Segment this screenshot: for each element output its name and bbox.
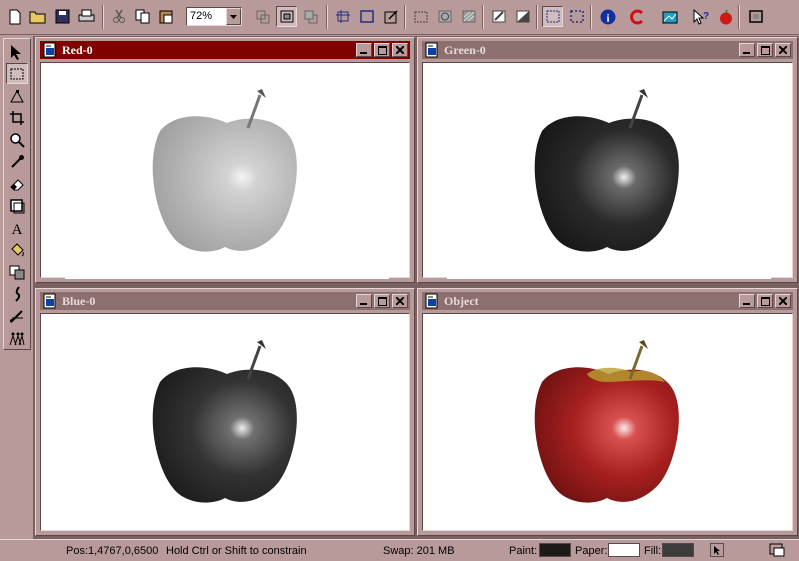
print-icon[interactable] <box>76 6 97 27</box>
navigator-icon[interactable] <box>768 542 786 558</box>
new-file-icon[interactable] <box>4 6 25 27</box>
paste-clipboard-icon[interactable] <box>156 6 177 27</box>
fill-color-label: Fill: <box>644 545 662 557</box>
edit-pen-icon[interactable] <box>380 6 401 27</box>
svg-text:i: i <box>606 12 609 24</box>
maximize-icon[interactable] <box>757 43 773 57</box>
eraser-tool-icon[interactable] <box>6 173 28 194</box>
frame-icon[interactable] <box>356 6 377 27</box>
mask-texture-icon[interactable] <box>458 6 479 27</box>
window-titlebar[interactable]: Blue-0 <box>40 292 410 310</box>
image-canvas-frame <box>422 313 793 531</box>
pointer-arrow-icon[interactable] <box>708 542 726 558</box>
document-window-blue[interactable]: Blue-0 <box>35 288 415 536</box>
image-document-icon <box>425 293 438 309</box>
minimize-icon[interactable] <box>739 294 755 308</box>
window-title: Red-0 <box>62 43 93 57</box>
maximize-icon[interactable] <box>374 43 390 57</box>
open-folder-icon[interactable] <box>27 6 48 27</box>
close-icon[interactable] <box>775 294 791 308</box>
paper-color-swatch[interactable] <box>608 543 640 557</box>
apple-image-red-channel[interactable] <box>65 65 389 279</box>
cut-scissors-icon[interactable] <box>108 6 129 27</box>
apple-icon[interactable] <box>715 6 736 27</box>
status-bar: Pos:1,4767,0,6500 Hold Ctrl or Shift to … <box>0 539 799 561</box>
brush-mask-icon[interactable] <box>488 6 509 27</box>
effect-brush-tool-icon[interactable] <box>6 283 28 304</box>
svg-text:?: ? <box>702 11 708 22</box>
paint-brush-tool-icon[interactable] <box>6 305 28 326</box>
zoom-magnifier-tool-icon[interactable] <box>6 129 28 150</box>
arrange-back-icon[interactable] <box>252 6 273 27</box>
corel-c-icon[interactable] <box>627 6 648 27</box>
cursor-position: Pos:1,4767,0,6500 <box>66 545 159 557</box>
image-canvas-frame <box>422 62 793 279</box>
window-titlebar[interactable]: Object <box>422 292 793 310</box>
document-window-red[interactable]: Red-0 <box>35 37 415 283</box>
text-tool-icon[interactable]: A <box>6 217 28 238</box>
tool-palette: A <box>3 38 31 350</box>
image-document-icon <box>43 293 56 309</box>
object-marquee-icon[interactable] <box>566 6 587 27</box>
copy-icon[interactable] <box>132 6 153 27</box>
show-marquee-icon[interactable] <box>542 6 563 27</box>
svg-text:A: A <box>12 222 23 236</box>
zoom-select[interactable]: 72% <box>186 7 242 26</box>
window-title: Object <box>444 294 479 308</box>
apple-image-full-color[interactable] <box>447 316 771 530</box>
minimize-icon[interactable] <box>356 294 372 308</box>
window-titlebar[interactable]: Red-0 <box>40 41 410 59</box>
maximize-icon[interactable] <box>757 294 773 308</box>
image-document-icon <box>43 42 56 58</box>
crop-tool-icon[interactable] <box>6 107 28 128</box>
document-window-object[interactable]: Object <box>417 288 798 536</box>
rectangle-shape-tool-icon[interactable] <box>6 195 28 216</box>
apple-image-blue-channel[interactable] <box>65 316 389 530</box>
fullscreen-icon[interactable] <box>745 6 766 27</box>
window-title: Blue-0 <box>62 294 96 308</box>
chevron-down-icon[interactable] <box>226 8 241 25</box>
fill-color-swatch[interactable] <box>662 543 694 557</box>
document-window-green[interactable]: Green-0 <box>417 37 798 283</box>
minimize-icon[interactable] <box>356 43 372 57</box>
gradient-mask-icon[interactable] <box>512 6 533 27</box>
close-icon[interactable] <box>392 43 408 57</box>
image-canvas-frame <box>40 62 410 279</box>
main-toolbar: 72% i ? <box>0 0 799 35</box>
arrange-front-icon[interactable] <box>300 6 321 27</box>
info-icon[interactable]: i <box>597 6 618 27</box>
image-document-icon <box>425 42 438 58</box>
clone-stamp-tool-icon[interactable] <box>6 261 28 282</box>
window-titlebar[interactable]: Green-0 <box>422 41 793 59</box>
paper-color-label: Paper: <box>575 545 608 557</box>
window-title: Green-0 <box>444 43 486 57</box>
rectangle-mask-tool-icon[interactable] <box>6 63 28 84</box>
apple-image-green-channel[interactable] <box>447 65 771 279</box>
context-help-icon[interactable]: ? <box>690 6 711 27</box>
swap-memory: Swap: 201 MB <box>383 545 455 557</box>
close-icon[interactable] <box>775 43 791 57</box>
group-objects-icon[interactable] <box>276 6 297 27</box>
status-hint: Hold Ctrl or Shift to constrain <box>166 545 307 557</box>
scanner-image-icon[interactable] <box>659 6 680 27</box>
mask-rectangle-icon[interactable] <box>410 6 431 27</box>
image-canvas-frame <box>40 313 410 531</box>
mask-circle-icon[interactable] <box>434 6 455 27</box>
close-icon[interactable] <box>392 294 408 308</box>
fill-bucket-tool-icon[interactable] <box>6 239 28 260</box>
image-sprayer-tool-icon[interactable] <box>6 327 28 348</box>
crop-resize-icon[interactable] <box>332 6 353 27</box>
paint-color-label: Paint: <box>509 545 538 557</box>
zoom-value: 72% <box>190 10 213 22</box>
pick-arrow-tool-icon[interactable] <box>6 41 28 62</box>
minimize-icon[interactable] <box>739 43 755 57</box>
eyedropper-tool-icon[interactable] <box>6 151 28 172</box>
node-edit-tool-icon[interactable] <box>6 85 28 106</box>
paint-color-swatch[interactable] <box>539 543 571 557</box>
maximize-icon[interactable] <box>374 294 390 308</box>
save-disk-icon[interactable] <box>52 6 73 27</box>
